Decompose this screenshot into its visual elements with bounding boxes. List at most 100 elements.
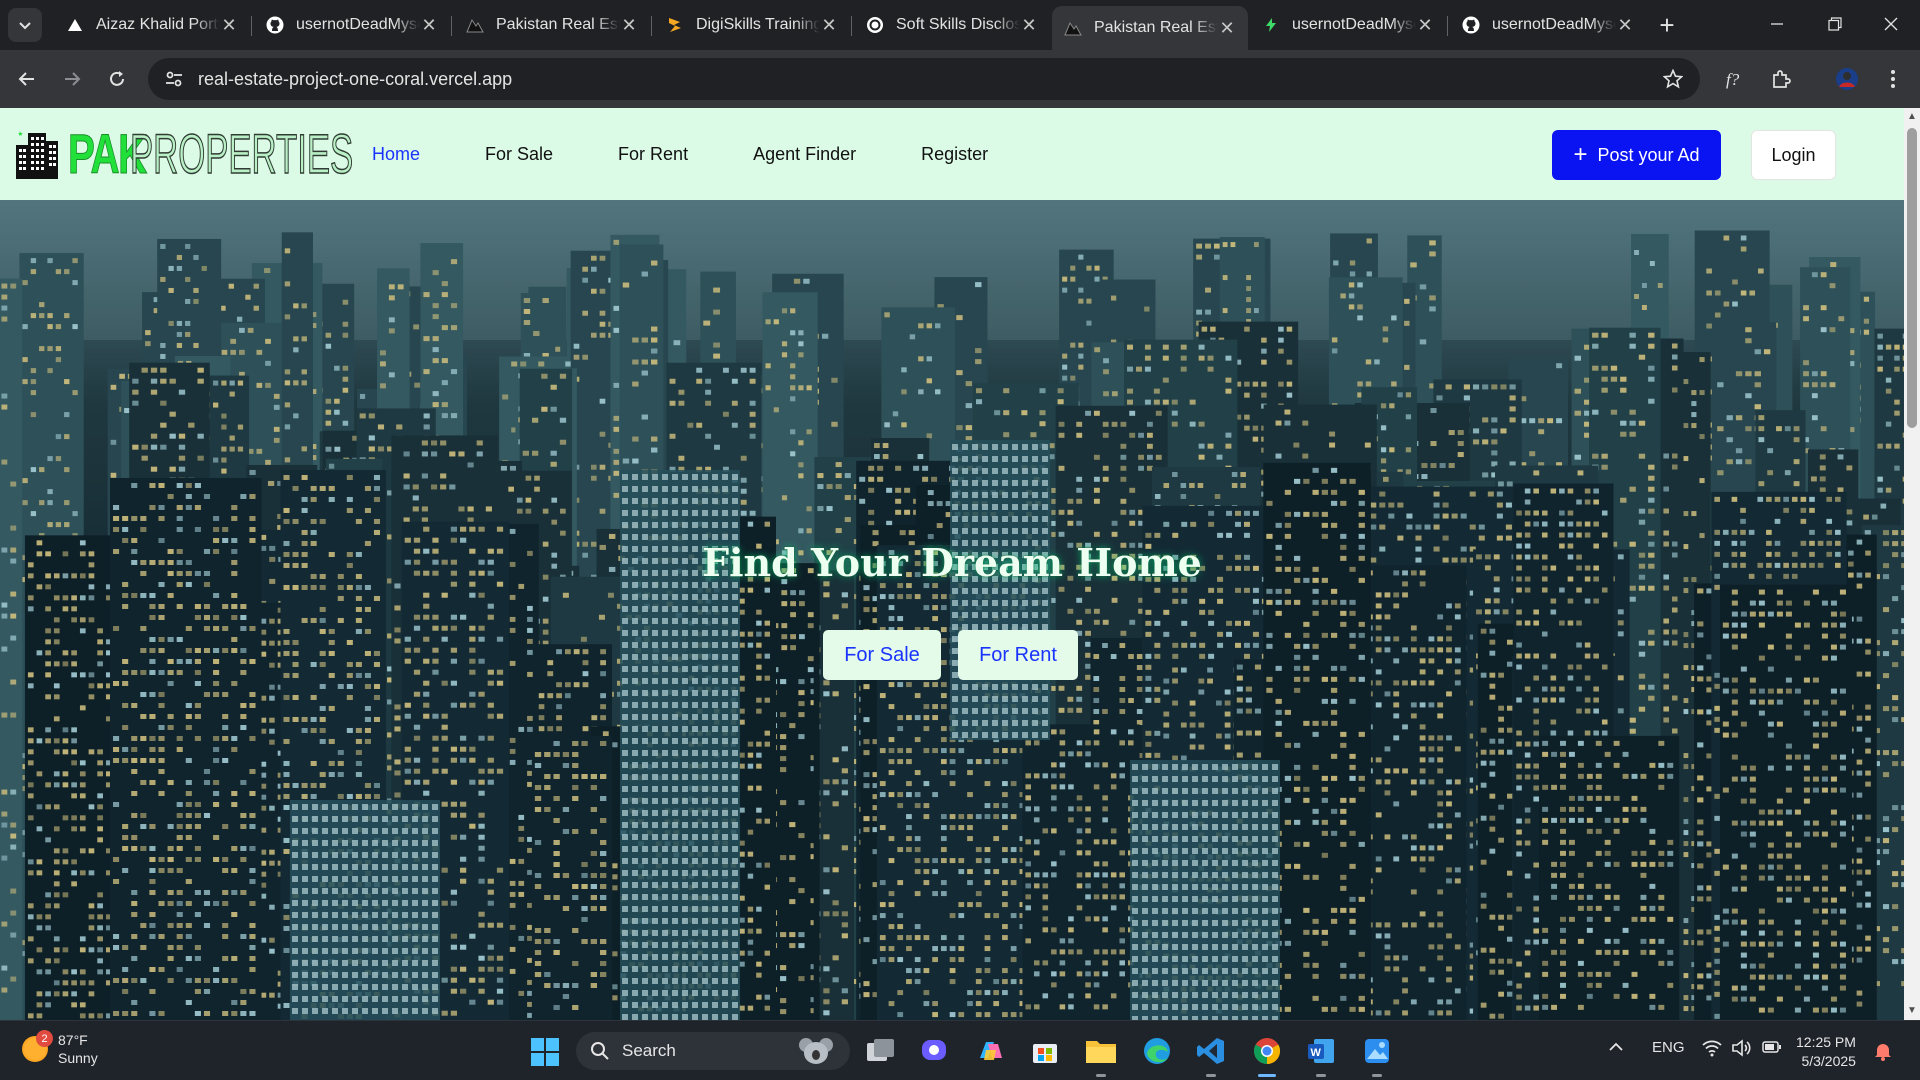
copilot-icon [980, 1042, 1002, 1060]
profile-avatar[interactable] [1830, 62, 1864, 96]
close-icon[interactable]: ✕ [820, 15, 838, 35]
avatar-icon [1836, 68, 1858, 90]
notification-badge: 2 [36, 1030, 53, 1047]
file-explorer-app[interactable] [1084, 1034, 1118, 1077]
notifications-button[interactable] [1874, 1041, 1892, 1065]
address-bar[interactable]: real-estate-project-one-coral.vercel.app [148, 58, 1700, 100]
scroll-down-icon[interactable]: ▼ [1907, 1006, 1917, 1016]
login-button[interactable]: Login [1751, 130, 1836, 180]
edge-app[interactable] [1140, 1034, 1174, 1068]
show-hidden-icons-button[interactable] [1608, 1039, 1624, 1059]
running-indicator [1096, 1074, 1106, 1077]
browser-tab[interactable]: usernotDeadMyself ✕ [1250, 6, 1446, 44]
edge-icon [1144, 1038, 1170, 1064]
system-clock[interactable]: 12:25 PM 5/3/2025 [1796, 1033, 1856, 1071]
folder-icon [1086, 1041, 1116, 1063]
wifi-icon [1702, 1040, 1722, 1057]
minimize-icon [1771, 23, 1783, 25]
city-skyline-image [0, 200, 1904, 1020]
browser-tab[interactable]: usernotDeadMyself ✕ [1450, 6, 1646, 44]
tab-title: Pakistan Real Estate [1094, 19, 1218, 37]
scrollbar-thumb[interactable] [1907, 128, 1917, 428]
reload-button[interactable] [100, 62, 134, 96]
vscode-app[interactable] [1194, 1034, 1228, 1077]
digiskills-icon [666, 16, 684, 34]
battery-status[interactable] [1762, 1039, 1782, 1059]
tab-title: Soft Skills Disclosure [896, 16, 1020, 34]
store-icon [1033, 1044, 1057, 1063]
close-window-button[interactable] [1862, 0, 1920, 48]
search-label: Search [622, 1041, 676, 1061]
tab-search-button[interactable] [8, 8, 42, 42]
scroll-up-icon[interactable]: ▲ [1907, 112, 1917, 122]
browser-tab[interactable]: usernotDeadMyself ✕ [254, 6, 450, 44]
restore-button[interactable] [1806, 0, 1864, 48]
plus-icon: + [1573, 143, 1587, 167]
page-scrollbar[interactable]: ▲ ▼ [1904, 108, 1920, 1020]
github-icon [266, 16, 284, 34]
close-icon[interactable]: ✕ [220, 15, 238, 35]
kebab-menu-icon [1891, 70, 1895, 88]
close-icon [1884, 17, 1898, 31]
close-icon[interactable]: ✕ [1020, 15, 1038, 35]
bell-icon [1875, 1044, 1891, 1061]
browser-tab[interactable]: DigiSkills Training ✕ [654, 6, 850, 44]
taskbar-search[interactable]: Search [576, 1032, 850, 1070]
hero-for-rent-button[interactable]: For Rent [958, 630, 1078, 680]
volume-status[interactable] [1732, 1039, 1752, 1061]
windows-taskbar: 2 87°F Sunny Search W ENG 12:25 PM 5/3/2… [0, 1020, 1920, 1080]
forward-button[interactable] [55, 62, 89, 96]
windows-start-icon[interactable] [530, 1037, 560, 1067]
extension-fx-button[interactable]: f? [1718, 62, 1752, 96]
language-indicator[interactable]: ENG [1652, 1039, 1685, 1056]
minimize-button[interactable] [1748, 0, 1806, 48]
building-logo-icon [16, 131, 58, 179]
weather-widget[interactable]: 2 87°F Sunny [22, 1030, 98, 1067]
word-app[interactable]: W [1304, 1034, 1338, 1077]
browser-tab-active[interactable]: Pakistan Real Estate ✕ [1052, 6, 1248, 50]
close-icon[interactable]: ✕ [1616, 15, 1634, 35]
nav-link-home[interactable]: Home [372, 144, 420, 165]
chrome-app[interactable] [1250, 1034, 1284, 1077]
network-status[interactable] [1702, 1039, 1722, 1061]
speaker-icon [1732, 1039, 1751, 1057]
browser-tab[interactable]: Pakistan Real Estate ✕ [454, 6, 650, 44]
weather-temperature: 87°F [58, 1031, 98, 1049]
chrome-menu-button[interactable] [1876, 62, 1910, 96]
nav-link-for-rent[interactable]: For Rent [618, 144, 688, 165]
nav-link-agent-finder[interactable]: Agent Finder [753, 144, 856, 165]
browser-tab[interactable]: Aizaz Khalid Portfolio ✕ [54, 6, 250, 44]
browser-toolbar: real-estate-project-one-coral.vercel.app… [0, 50, 1920, 108]
new-tab-button[interactable]: + [1652, 10, 1682, 40]
close-icon[interactable]: ✕ [620, 15, 638, 35]
post-ad-button[interactable]: + Post your Ad [1552, 130, 1721, 180]
teams-chat-app[interactable] [918, 1034, 952, 1068]
close-icon[interactable]: ✕ [1218, 18, 1236, 38]
task-view-button[interactable] [864, 1034, 898, 1068]
close-icon[interactable]: ✕ [420, 15, 438, 35]
microsoft-store-app[interactable] [1028, 1034, 1062, 1068]
weather-condition: Sunny [58, 1049, 98, 1067]
hero-section: Find Your Dream Home For Sale For Rent [0, 200, 1904, 1020]
close-icon[interactable]: ✕ [1416, 15, 1434, 35]
browser-tab[interactable]: Soft Skills Disclosure ✕ [854, 6, 1050, 44]
vercel-icon [66, 16, 84, 34]
login-label: Login [1771, 145, 1815, 166]
back-button[interactable] [10, 62, 44, 96]
nav-link-for-sale[interactable]: For Sale [485, 144, 553, 165]
chat-icon [922, 1040, 946, 1060]
function-icon: f? [1726, 70, 1740, 89]
copilot-app[interactable] [974, 1034, 1008, 1068]
photos-app[interactable] [1360, 1034, 1394, 1077]
arrow-left-icon [18, 72, 34, 86]
extensions-button[interactable] [1764, 62, 1798, 96]
arrow-right-icon [65, 72, 81, 86]
site-info-icon[interactable] [164, 69, 184, 89]
tab-title: DigiSkills Training [696, 16, 820, 34]
hero-for-sale-button[interactable]: For Sale [823, 630, 941, 680]
star-icon [1663, 69, 1683, 89]
chrome-icon [1253, 1038, 1281, 1065]
bookmark-star-button[interactable] [1656, 62, 1690, 96]
nav-link-register[interactable]: Register [921, 144, 988, 165]
tab-title: Pakistan Real Estate [496, 16, 620, 34]
